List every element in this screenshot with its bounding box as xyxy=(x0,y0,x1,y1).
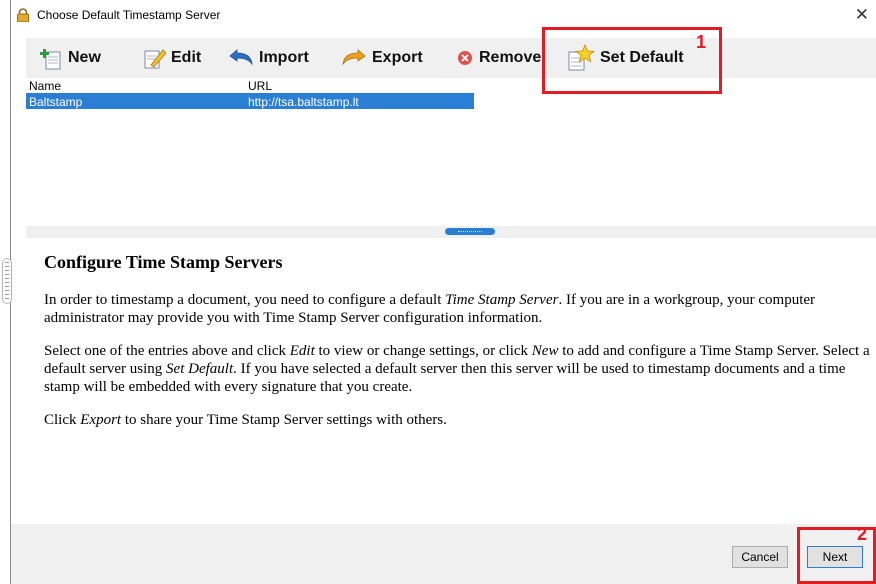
import-label: Import xyxy=(259,49,309,66)
remove-icon xyxy=(458,51,472,65)
column-header-url[interactable]: URL xyxy=(248,79,272,93)
import-icon xyxy=(229,49,253,66)
edit-icon xyxy=(144,49,166,69)
remove-label: Remove xyxy=(479,49,542,66)
title-bar: Choose Default Timestamp Server ✕ xyxy=(11,0,876,30)
close-icon[interactable]: ✕ xyxy=(855,5,869,25)
export-icon xyxy=(342,49,366,66)
row-name-cell: Baltstamp xyxy=(29,95,83,109)
export-label: Export xyxy=(372,49,423,66)
row-url-cell: http://tsa.baltstamp.lt xyxy=(248,95,359,109)
annotation-number-1: 1 xyxy=(696,32,707,52)
window-title: Choose Default Timestamp Server xyxy=(37,8,221,22)
lock-icon xyxy=(16,8,30,23)
toolbar: New Edit Import Export Remove Set Defaul… xyxy=(26,38,876,78)
side-resize-handle[interactable] xyxy=(2,258,12,304)
help-panel: Configure Time Stamp Servers In order to… xyxy=(44,252,874,444)
help-paragraph-1: In order to timestamp a document, you ne… xyxy=(44,292,816,326)
remove-button[interactable]: Remove xyxy=(456,38,541,78)
help-paragraph-3: Click Export to share your Time Stamp Se… xyxy=(44,412,447,428)
edit-button[interactable]: Edit xyxy=(142,38,201,78)
server-list[interactable]: Name URL Baltstamp http://tsa.baltstamp.… xyxy=(26,78,876,226)
column-header-name[interactable]: Name xyxy=(29,79,61,93)
table-row[interactable]: Baltstamp http://tsa.baltstamp.lt xyxy=(26,93,474,109)
new-button[interactable]: New xyxy=(39,38,101,78)
annotation-box-1 xyxy=(542,27,722,94)
list-header: Name URL xyxy=(26,78,474,93)
import-button[interactable]: Import xyxy=(228,38,309,78)
grip-icon xyxy=(458,231,482,233)
splitter-bar xyxy=(26,226,876,238)
splitter-handle[interactable] xyxy=(445,228,495,235)
help-heading: Configure Time Stamp Servers xyxy=(44,252,283,272)
dialog-window: Choose Default Timestamp Server ✕ New Ed… xyxy=(10,0,876,584)
help-paragraph-2: Select one of the entries above and clic… xyxy=(44,343,870,395)
new-label: New xyxy=(68,49,101,66)
footer-bar: Cancel Next xyxy=(11,524,876,584)
cancel-button[interactable]: Cancel xyxy=(732,546,788,568)
edit-label: Edit xyxy=(171,49,202,66)
new-icon xyxy=(40,49,61,70)
export-button[interactable]: Export xyxy=(341,38,423,78)
annotation-number-2: 2 xyxy=(857,524,868,544)
